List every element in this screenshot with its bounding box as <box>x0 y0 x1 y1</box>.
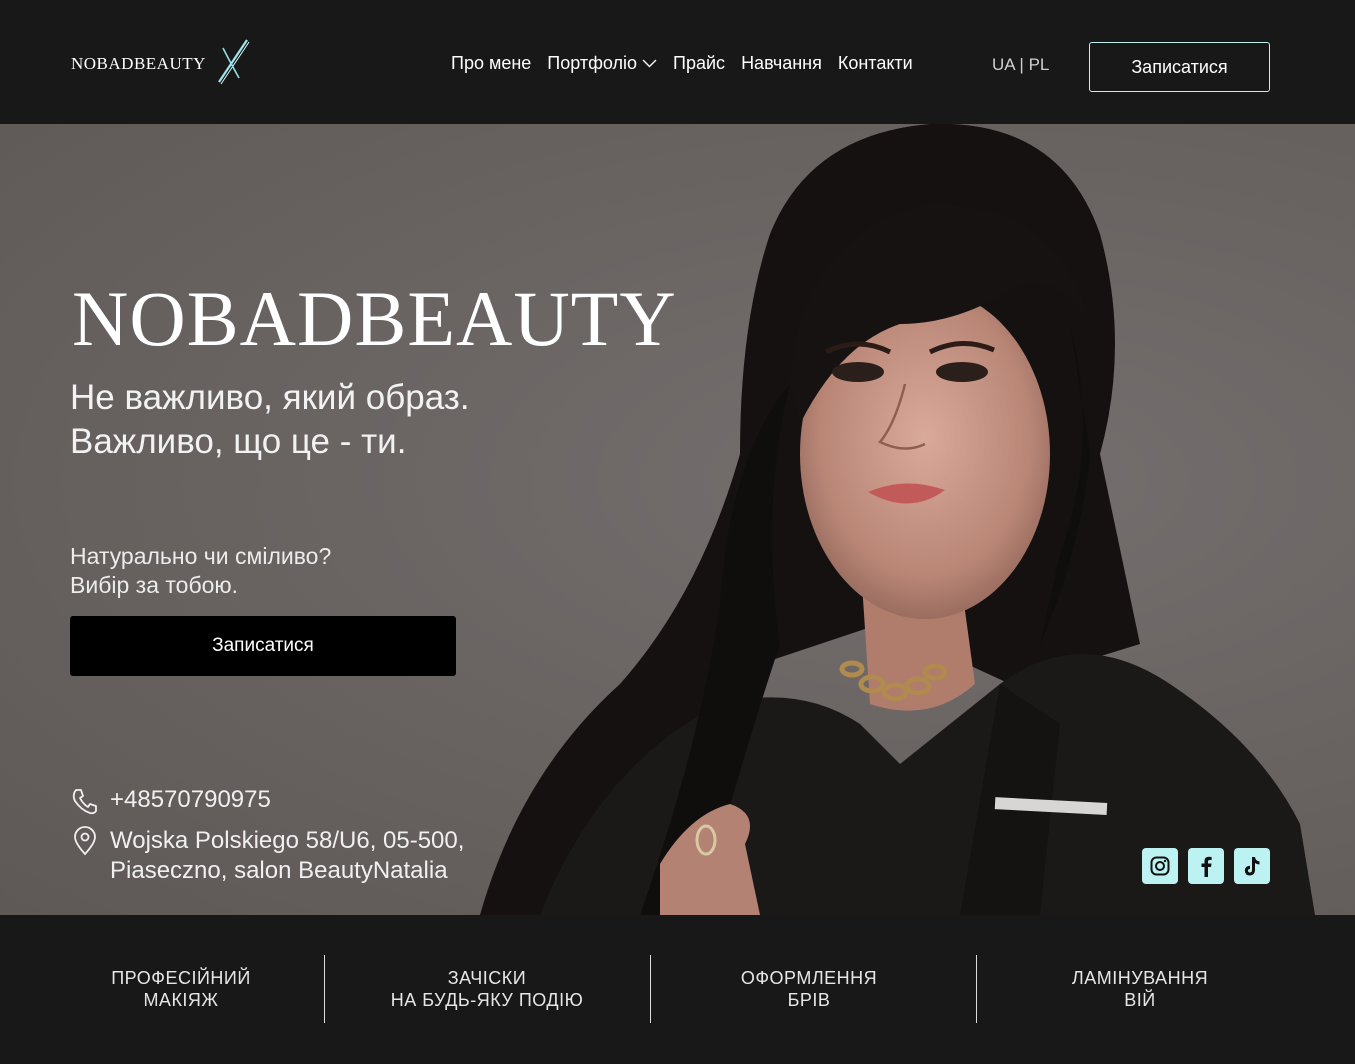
nav-training[interactable]: Навчання <box>741 53 822 74</box>
service-makeup-line-2: МАКІЯЖ <box>143 990 219 1010</box>
service-brows[interactable]: ОФОРМЛЕННЯ БРІВ <box>679 967 939 1011</box>
hero-subtitle-line-2: Важливо, що це - ти. <box>70 422 407 461</box>
instagram-link[interactable] <box>1142 848 1178 884</box>
nav-price[interactable]: Прайс <box>673 53 725 74</box>
divider <box>650 955 651 1023</box>
tiktok-link[interactable] <box>1234 848 1270 884</box>
logo-x-mark-icon <box>218 39 250 85</box>
hero-title: NOBADBEAUTY <box>72 275 677 362</box>
phone-number: +48570790975 <box>110 786 271 813</box>
service-brows-line-1: ОФОРМЛЕННЯ <box>740 968 878 988</box>
tiktok-icon <box>1244 857 1260 876</box>
chevron-down-icon <box>642 59 657 68</box>
nav-contacts[interactable]: Контакти <box>838 53 913 74</box>
hero-question-line-1: Натурально чи сміливо? <box>70 543 332 569</box>
facebook-icon <box>1201 856 1212 877</box>
service-makeup-line-1: ПРОФЕСІЙНИЙ <box>111 968 251 988</box>
header-book-button[interactable]: Записатися <box>1089 42 1270 92</box>
main-nav: Про мене Портфоліо Прайс Навчання Контак… <box>451 53 929 74</box>
service-lash-lamination-line-1: ЛАМІНУВАННЯ <box>1071 968 1209 988</box>
hero-question: Натурально чи сміливо? Вибір за тобою. <box>70 542 331 600</box>
service-makeup[interactable]: ПРОФЕСІЙНИЙ МАКІЯЖ <box>51 967 311 1011</box>
hero-section: NOBADBEAUTY Не важливо, який образ. Важл… <box>0 124 1355 915</box>
hero-question-line-2: Вибір за тобою. <box>70 572 239 598</box>
facebook-link[interactable] <box>1188 848 1224 884</box>
service-lash-lamination-line-2: ВІЙ <box>1124 990 1156 1010</box>
address-line-1: Wojska Polskiego 58/U6, 05-500, <box>110 827 465 854</box>
service-lash-lamination[interactable]: ЛАМІНУВАННЯ ВІЙ <box>1010 967 1270 1011</box>
divider <box>976 955 977 1023</box>
lang-pl[interactable]: PL <box>1029 55 1050 74</box>
hero-book-button[interactable]: Записатися <box>70 616 456 676</box>
address-contact: Wojska Polskiego 58/U6, 05-500, Piaseczn… <box>70 826 464 886</box>
service-brows-line-2: БРІВ <box>787 990 831 1010</box>
lang-separator: | <box>1014 55 1029 74</box>
phone-contact[interactable]: +48570790975 <box>70 786 271 816</box>
service-hairstyles[interactable]: ЗАЧІСКИ НА БУДЬ-ЯКУ ПОДІЮ <box>357 967 617 1011</box>
nav-portfolio-label: Портфоліо <box>547 53 638 73</box>
logo-text: NOBADBEAUTY <box>71 54 206 73</box>
instagram-icon <box>1150 856 1170 876</box>
location-pin-icon <box>74 826 96 856</box>
nav-portfolio[interactable]: Портфоліо <box>547 53 657 74</box>
service-hairstyles-line-1: ЗАЧІСКИ <box>447 968 527 988</box>
hero-subtitle-line-1: Не важливо, який образ. <box>70 378 470 417</box>
language-switcher: UA | PL <box>992 55 1049 75</box>
nav-about[interactable]: Про мене <box>451 53 531 74</box>
lang-ua[interactable]: UA <box>992 55 1015 74</box>
hero-subtitle: Не важливо, який образ. Важливо, що це -… <box>70 376 470 464</box>
logo[interactable]: NOBADBEAUTY <box>71 39 250 88</box>
divider <box>324 955 325 1023</box>
address-line-2: Piaseczno, salon BeautyNatalia <box>110 857 448 884</box>
service-hairstyles-line-2: НА БУДЬ-ЯКУ ПОДІЮ <box>390 990 584 1010</box>
phone-icon <box>72 789 97 815</box>
site-header: NOBADBEAUTY Про мене Портфоліо Прайс Нав… <box>0 0 1355 124</box>
services-strip: ПРОФЕСІЙНИЙ МАКІЯЖ ЗАЧІСКИ НА БУДЬ-ЯКУ П… <box>0 915 1355 1064</box>
